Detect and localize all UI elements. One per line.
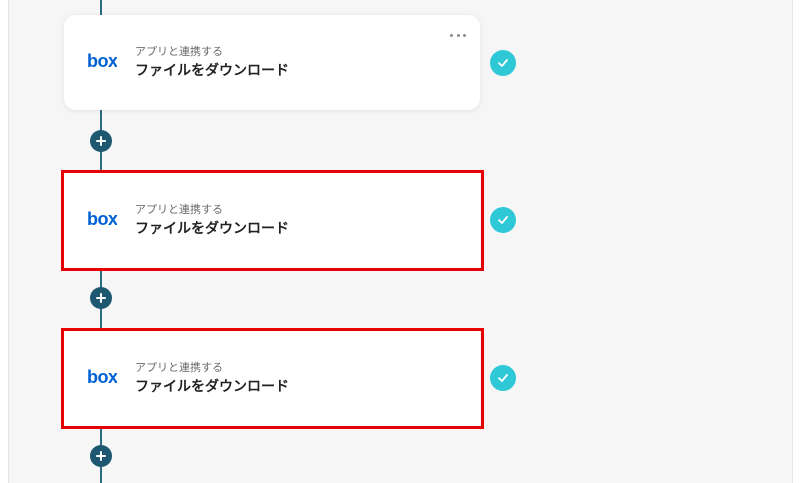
step-text: アプリと連携する ファイルをダウンロード	[135, 203, 289, 239]
plus-icon	[96, 136, 106, 146]
svg-text:box: box	[87, 51, 117, 71]
step-subtitle: アプリと連携する	[135, 361, 223, 374]
svg-text:box: box	[87, 209, 117, 229]
step-subtitle: アプリと連携する	[135, 203, 223, 216]
box-logo-icon: box	[87, 51, 117, 71]
step-text: アプリと連携する ファイルをダウンロード	[135, 361, 289, 397]
box-logo-icon: box	[87, 367, 117, 387]
more-options-icon[interactable]	[450, 31, 466, 39]
step-text: アプリと連携する ファイルをダウンロード	[135, 45, 289, 81]
flow-step-card-3[interactable]: box アプリと連携する ファイルをダウンロード	[64, 331, 480, 426]
add-step-button-2[interactable]	[90, 287, 112, 309]
add-step-button-1[interactable]	[90, 130, 112, 152]
check-icon	[490, 365, 516, 391]
plus-icon	[96, 451, 106, 461]
workflow-canvas: box アプリと連携する ファイルをダウンロード box アプリと連携する ファ…	[8, 0, 793, 483]
plus-icon	[96, 293, 106, 303]
add-step-button-3[interactable]	[90, 445, 112, 467]
step-title: ファイルをダウンロード	[135, 221, 289, 237]
step-title: ファイルをダウンロード	[135, 63, 289, 79]
flow-step-card-2[interactable]: box アプリと連携する ファイルをダウンロード	[64, 173, 480, 268]
check-icon	[490, 207, 516, 233]
flow-step-card-1[interactable]: box アプリと連携する ファイルをダウンロード	[64, 15, 480, 110]
step-subtitle: アプリと連携する	[135, 45, 223, 58]
box-logo-icon: box	[87, 209, 117, 229]
step-title: ファイルをダウンロード	[135, 379, 289, 395]
check-icon	[490, 50, 516, 76]
svg-text:box: box	[87, 367, 117, 387]
